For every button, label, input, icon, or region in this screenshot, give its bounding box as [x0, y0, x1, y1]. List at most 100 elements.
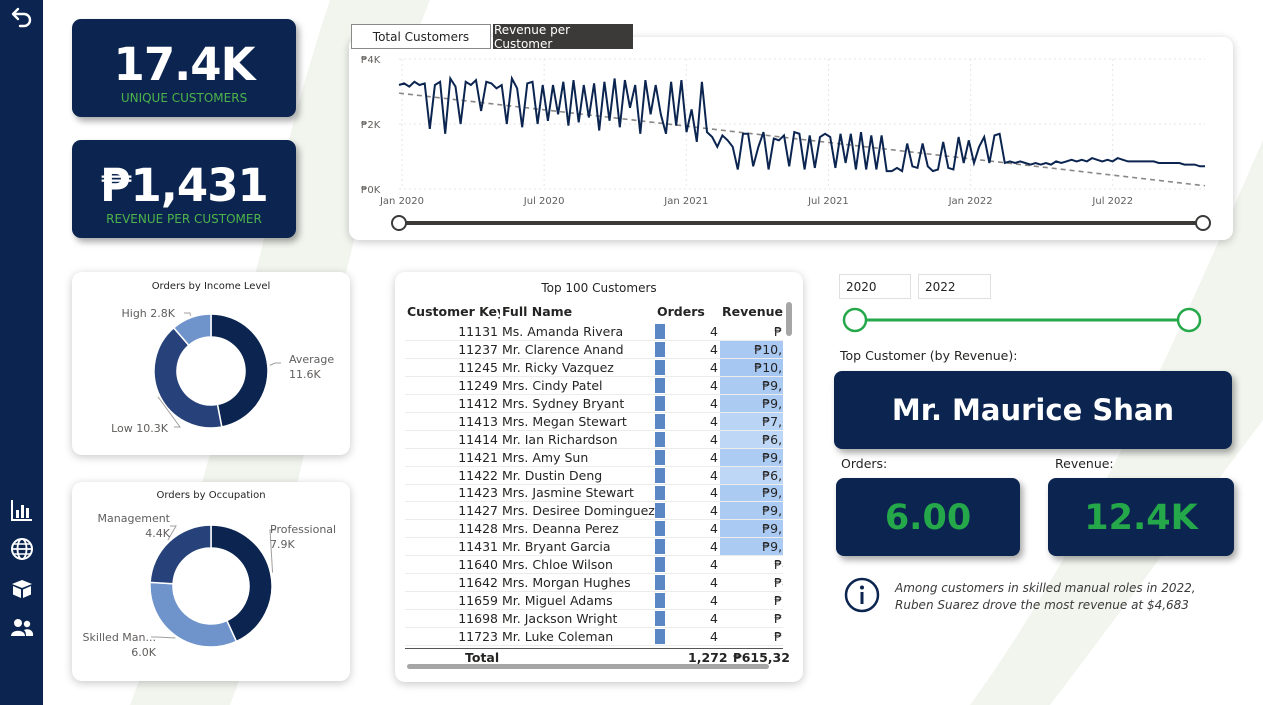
full-name-cell: Mrs. Jasmine Stewart: [500, 484, 655, 503]
customer-key-cell: 11412: [405, 394, 500, 413]
full-name-cell: Mr. Ricky Vazquez: [500, 358, 655, 378]
full-name-cell: Mrs. Deanna Perez: [500, 519, 655, 539]
year-slider-end-handle[interactable]: [1176, 307, 1202, 333]
table-row[interactable]: 11131Ms. Amanda Rivera 4₱21: [405, 323, 783, 342]
table-row[interactable]: 11412Mrs. Sydney Bryant 4₱9,70: [405, 394, 783, 413]
back-arrow-icon[interactable]: [7, 3, 37, 33]
table-row[interactable]: 11237Mr. Clarence Anand 4₱10,06: [405, 340, 783, 360]
full-name-cell: Mr. Jackson Wright: [500, 609, 655, 628]
revenue-cell: ₱9,70: [720, 394, 783, 413]
table-vertical-scrollbar[interactable]: [786, 302, 792, 336]
orders-cell: 4: [655, 519, 720, 539]
orders-data-bar: [655, 360, 665, 376]
orders-value: 4: [710, 485, 718, 501]
table-row[interactable]: 11428Mrs. Deanna Perez 4₱9,76: [405, 519, 783, 539]
orders-value: 4: [710, 557, 718, 573]
donut-data-label: Average: [289, 353, 334, 366]
revenue-cell: ₱21: [720, 323, 783, 342]
orders-value: 4: [710, 342, 718, 358]
donut-data-label: Management: [98, 512, 171, 525]
users-icon[interactable]: [7, 613, 37, 643]
income-level-donut-card: Orders by Income Level Average 11.6K Low 1…: [72, 272, 350, 455]
table-row[interactable]: 11421Mrs. Amy Sun 4₱9,53: [405, 448, 783, 467]
customer-key-cell: 11431: [405, 537, 500, 557]
orders-data-bar: [655, 378, 665, 394]
orders-value: 4: [710, 396, 718, 411]
donut-leader-line: [184, 312, 191, 316]
column-header-revenue[interactable]: Revenue: [720, 299, 783, 323]
top-customer-name: Mr. Maurice Shan: [834, 371, 1232, 449]
customer-key-cell: 11237: [405, 340, 500, 360]
table-row[interactable]: 11659Mr. Miguel Adams 4₱28: [405, 591, 783, 610]
x-tick-label: Jul 2022: [1091, 196, 1133, 207]
full-name-cell: Ms. Amanda Rivera: [500, 323, 655, 342]
customer-key-cell: 11427: [405, 501, 500, 521]
table-row[interactable]: 11698Mr. Jackson Wright 4₱29: [405, 609, 783, 628]
year-end-input[interactable]: 2022: [918, 274, 991, 299]
year-start-input[interactable]: 2020: [839, 274, 911, 299]
customer-key-cell: 11245: [405, 358, 500, 378]
revenue-cell: ₱20: [720, 627, 783, 646]
unique-customers-value: 17.4K: [113, 38, 256, 91]
total-revenue: ₱615,32: [733, 650, 790, 665]
donut-slice-average[interactable]: [210, 313, 269, 428]
full-name-cell: Mr. Dustin Deng: [500, 466, 655, 485]
column-header-full-name[interactable]: Full Name: [500, 299, 655, 323]
date-range-end-handle[interactable]: [1195, 215, 1211, 231]
occupation-donut: Professional 7.9K Skilled Man... 6.0K Manage…: [83, 512, 337, 659]
year-slider-start-handle[interactable]: [842, 307, 868, 333]
year-range-slider: [842, 307, 1202, 333]
orders-value: 4: [710, 431, 718, 447]
customer-key-cell: 11414: [405, 430, 500, 449]
revenue-cell: ₱10,06: [720, 340, 783, 360]
table-row[interactable]: 11414Mr. Ian Richardson 4₱6,96: [405, 430, 783, 449]
orders-value: 4: [710, 413, 718, 429]
revenue-cell: ₱9,68: [720, 537, 783, 557]
orders-cell: 4: [655, 555, 720, 574]
orders-cell: 4: [655, 537, 720, 557]
column-header-customer-key[interactable]: Customer Key: [405, 299, 500, 323]
y-tick-label: ₱0K: [361, 185, 381, 196]
revenue-cell: ₱48: [720, 573, 783, 592]
customer-key-cell: 11413: [405, 412, 500, 431]
customer-key-cell: 11422: [405, 466, 500, 485]
table-row[interactable]: 11249Mrs. Cindy Patel 4₱9,66: [405, 376, 783, 396]
revenue-cell: ₱10,16: [720, 358, 783, 378]
occupation-donut-card: Orders by Occupation Professional 7.9K Ski…: [72, 482, 350, 681]
table-row[interactable]: 11642Mrs. Morgan Hughes 4₱48: [405, 573, 783, 592]
customer-key-cell: 11698: [405, 609, 500, 628]
bar-chart-icon[interactable]: [7, 495, 37, 525]
table-row[interactable]: 11431Mr. Bryant Garcia 4₱9,68: [405, 537, 783, 557]
unique-customers-label: UNIQUE CUSTOMERS: [120, 91, 248, 105]
date-range-start-handle[interactable]: [391, 215, 407, 231]
table-row[interactable]: 11422Mr. Dustin Deng 4₱6,87: [405, 466, 783, 485]
table-row[interactable]: 11423Mrs. Jasmine Stewart 4₱9,71: [405, 484, 783, 503]
donut-data-label: 6.0K: [131, 646, 156, 659]
table-horizontal-scrollbar[interactable]: [407, 664, 769, 669]
full-name-cell: Mrs. Chloe Wilson: [500, 555, 655, 574]
orders-cell: 4: [655, 358, 720, 378]
full-name-cell: Mrs. Sydney Bryant: [500, 394, 655, 413]
info-icon: [844, 577, 880, 613]
table-viewport[interactable]: Customer Key Full Name Orders Revenue 11…: [405, 299, 783, 649]
orders-data-bar: [655, 539, 665, 555]
column-header-orders[interactable]: Orders: [655, 299, 720, 323]
top-customer-label: Top Customer (by Revenue):: [840, 348, 1018, 363]
table-row[interactable]: 11640Mrs. Chloe Wilson 4₱45: [405, 555, 783, 574]
orders-value: 4: [710, 592, 718, 608]
orders-data-bar: [655, 431, 665, 447]
table-row[interactable]: 11413Mrs. Megan Stewart 4₱7,02: [405, 412, 783, 431]
globe-icon[interactable]: [7, 534, 37, 564]
orders-data-bar: [655, 485, 665, 501]
table-row[interactable]: 11245Mr. Ricky Vazquez 4₱10,16: [405, 358, 783, 378]
top-customer-revenue-value: 12.4K: [1048, 478, 1234, 556]
revenue-cell: ₱9,66: [720, 376, 783, 396]
donut-data-label: 11.6K: [289, 368, 321, 381]
table-row[interactable]: 11723Mr. Luke Coleman 4₱20: [405, 627, 783, 646]
orders-data-bar: [655, 628, 665, 644]
orders-value: 4: [710, 449, 718, 465]
box-icon[interactable]: [7, 573, 37, 603]
table-row[interactable]: 11427Mrs. Desiree Dominguez 4₱9,71: [405, 501, 783, 521]
customer-key-cell: 11249: [405, 376, 500, 396]
y-tick-label: ₱4K: [361, 55, 381, 66]
